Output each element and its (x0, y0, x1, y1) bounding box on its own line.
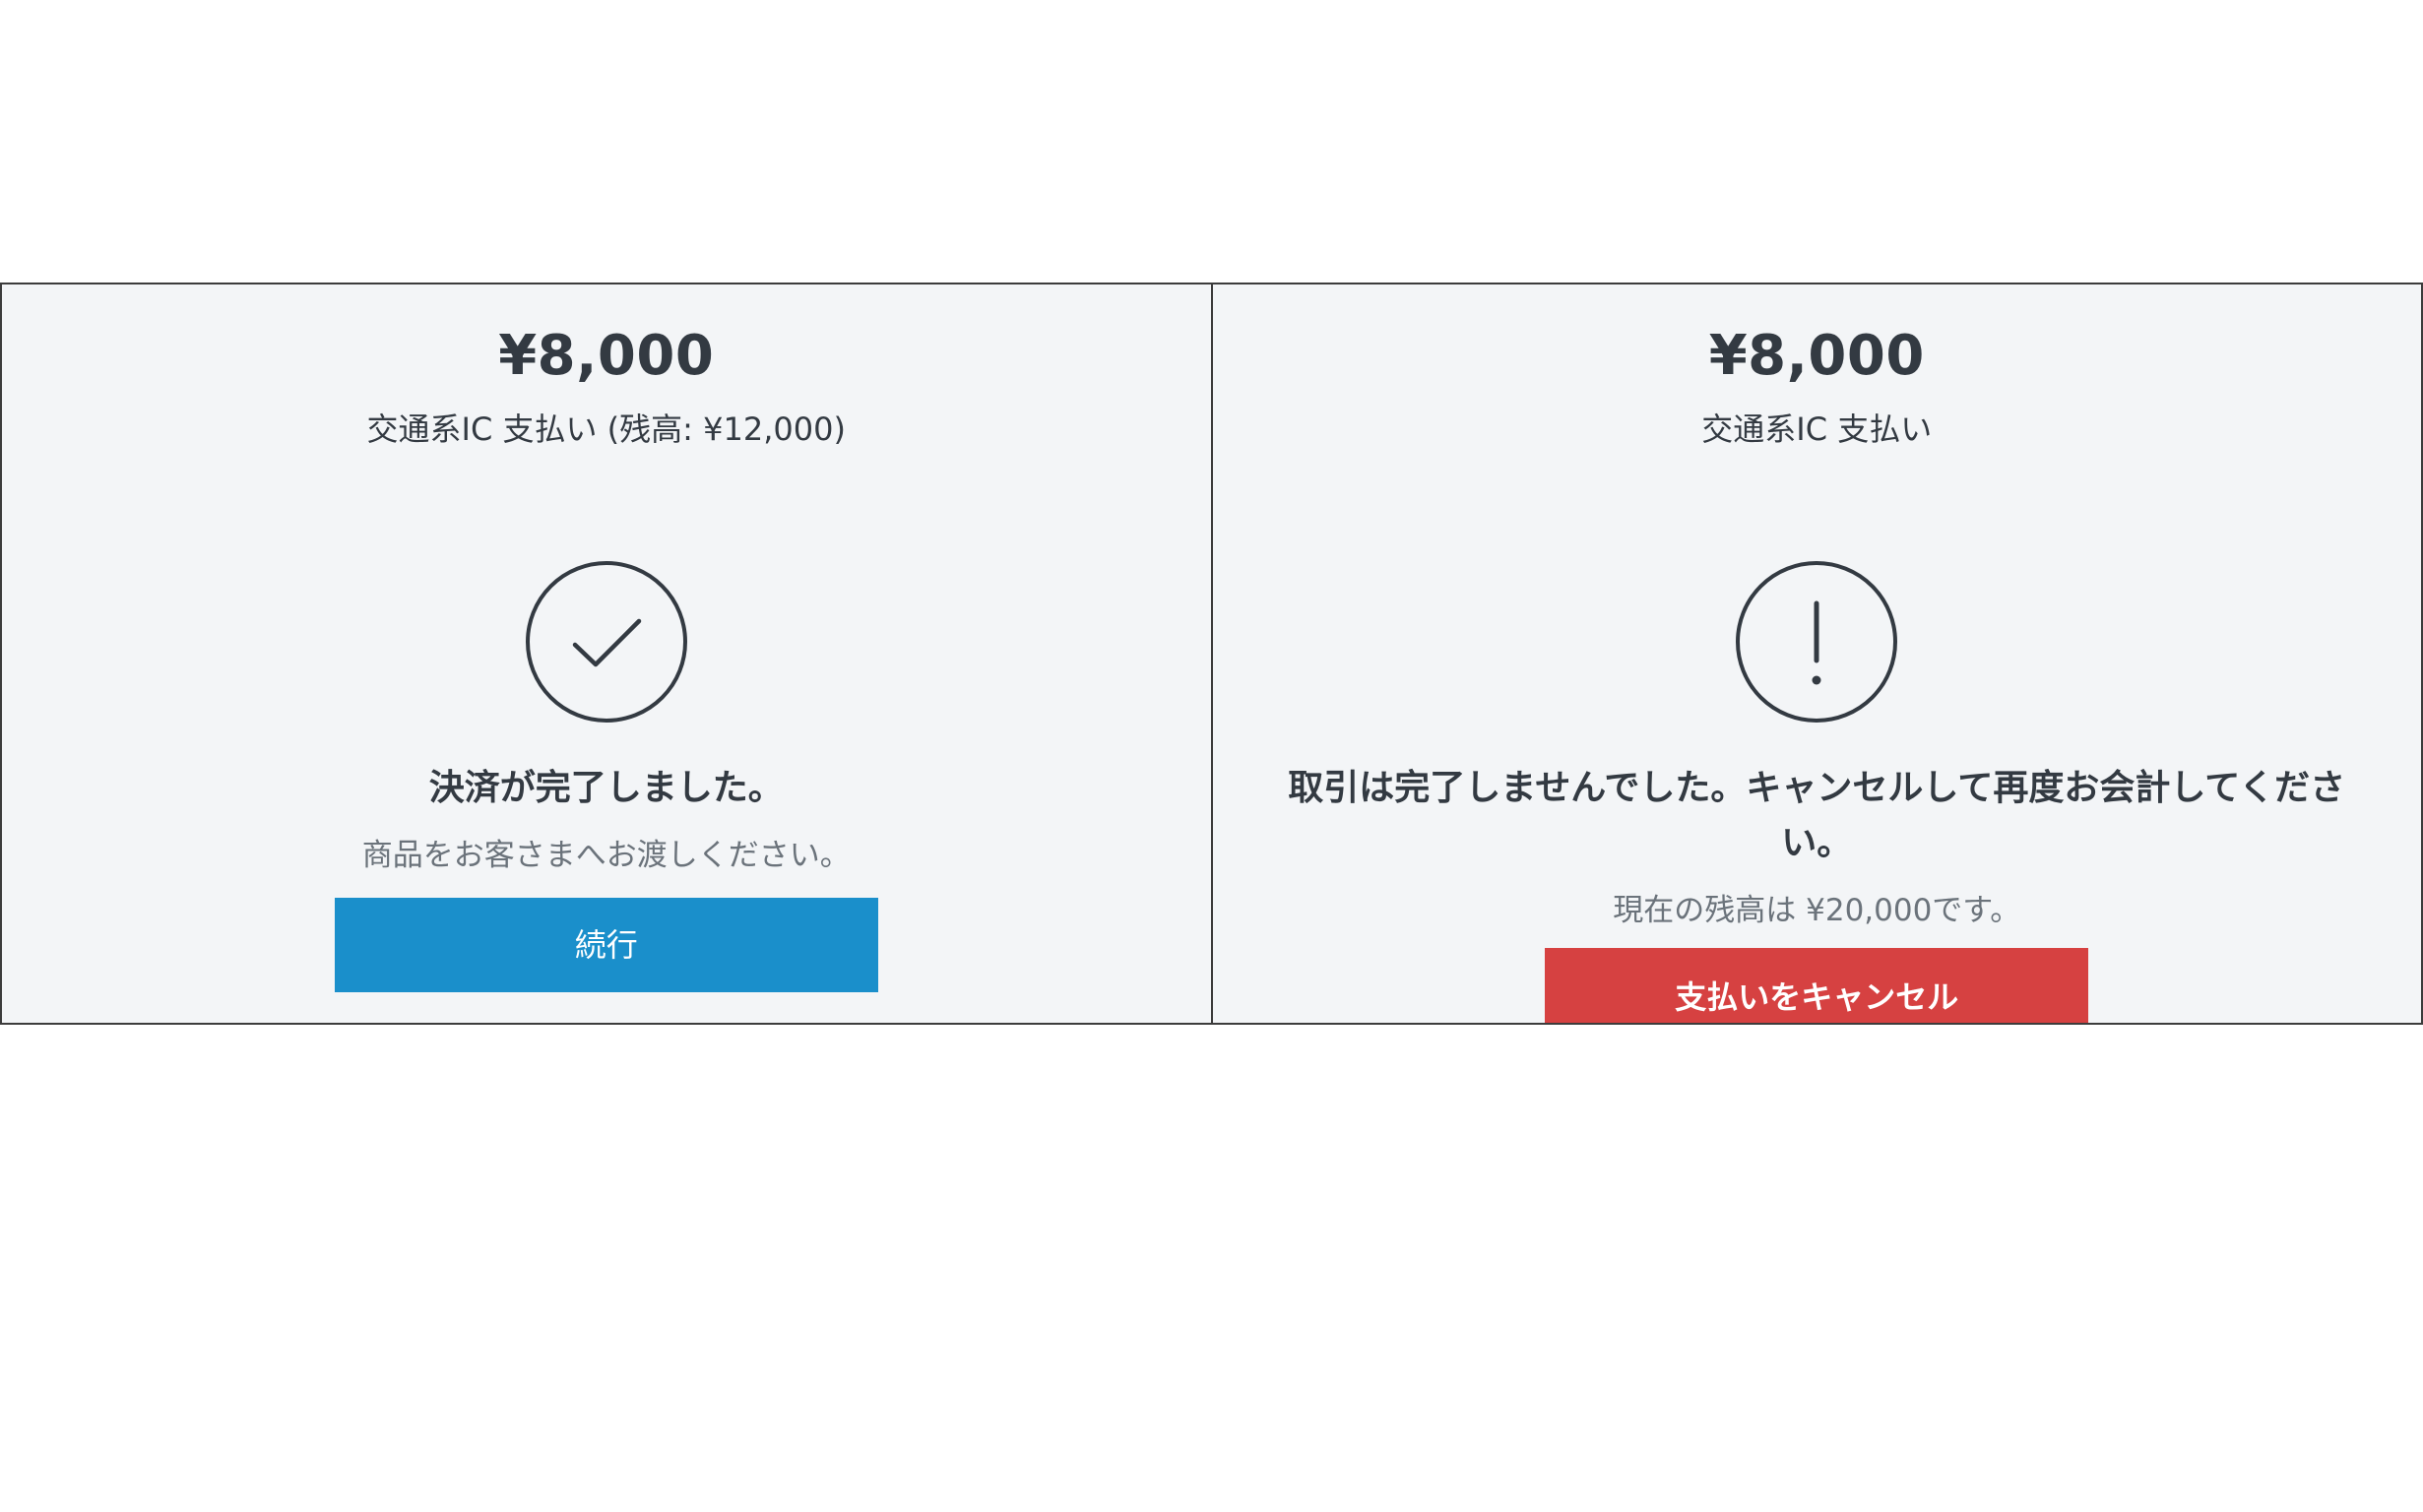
success-headline: 決済が完了しました。 (428, 768, 784, 808)
payment-result-screens: ¥8,000 交通系IC 支払い (残高: ¥12,000) 決済が完了しました… (0, 283, 2423, 1025)
check-circle-icon (525, 560, 688, 724)
payment-amount: ¥8,000 (498, 324, 715, 388)
exclamation-circle-icon (1735, 560, 1898, 724)
success-message: 商品をお客さまへお渡しください。 (361, 838, 851, 873)
cancel-payment-button[interactable]: 支払いをキャンセル (1545, 948, 2089, 1023)
payment-method-label: 交通系IC 支払い (1701, 410, 1933, 448)
payment-method-label: 交通系IC 支払い (残高: ¥12,000) (366, 410, 846, 448)
payment-amount: ¥8,000 (1708, 324, 1925, 388)
continue-button[interactable]: 続行 (334, 898, 878, 992)
failure-headline: 取引は完了しませんでした。キャンセルして再度お会計してください。 (1288, 768, 2346, 863)
payment-failure-panel: ¥8,000 交通系IC 支払い 取引は完了しませんでした。キャンセルして再度お… (1212, 283, 2423, 1025)
balance-message: 現在の残高は ¥20,000です。 (1613, 893, 2021, 928)
payment-success-panel: ¥8,000 交通系IC 支払い (残高: ¥12,000) 決済が完了しました… (0, 283, 1213, 1025)
